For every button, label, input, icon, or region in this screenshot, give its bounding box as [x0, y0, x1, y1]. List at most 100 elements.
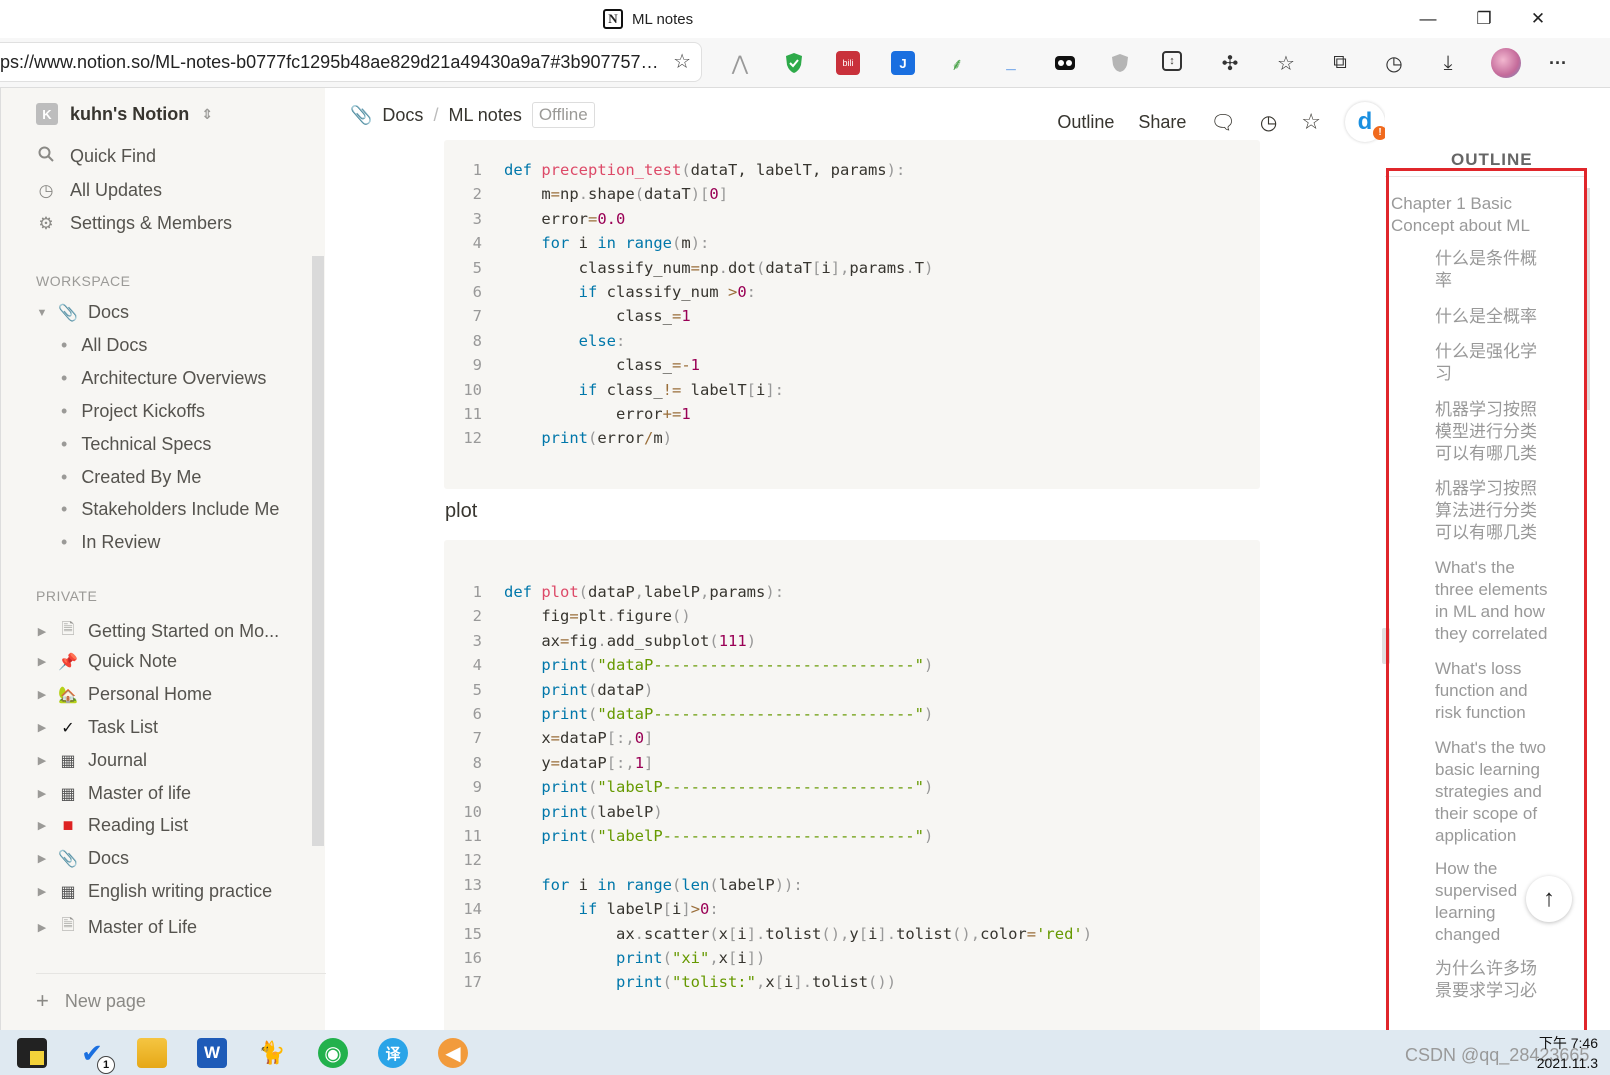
bilibili-icon[interactable]: bili	[836, 51, 860, 75]
expand-right-icon[interactable]: ▶	[36, 852, 48, 865]
expand-right-icon[interactable]: ▶	[36, 655, 48, 668]
sidebar-item-docs[interactable]: ▼ 📎 Docs	[36, 302, 129, 323]
updates-clock-icon[interactable]: ◷	[1260, 110, 1277, 135]
sidebar-docs-child[interactable]: • Created By Me	[61, 467, 201, 488]
more-icon[interactable]: ···	[1546, 51, 1570, 75]
sidebar-docs-child[interactable]: • Stakeholders Include Me	[61, 499, 279, 520]
extension-save-icon[interactable]: ↕	[1162, 51, 1182, 71]
code-line: 13 for i in range(len(labelP)):	[444, 873, 802, 898]
workspace-switcher[interactable]: K kuhn's Notion ⇕	[36, 103, 213, 125]
favorites-icon[interactable]: ☆	[1274, 51, 1298, 75]
code-token: )	[923, 778, 934, 797]
code-token: .	[905, 258, 915, 277]
line-number: 3	[472, 631, 482, 650]
code-block-perception[interactable]: 1 def preception_test(dataT, labelT, para…	[444, 140, 1260, 489]
extension-leaf-icon[interactable]: ⸙	[945, 51, 969, 75]
code-token: len	[681, 875, 710, 894]
adblock-shield-icon[interactable]	[782, 51, 806, 75]
code-line: 1 def plot(dataP,labelP,params):	[444, 580, 784, 605]
sidebar-docs-child[interactable]: • Project Kickoffs	[61, 401, 205, 422]
cat-app-icon[interactable]: 🐈	[257, 1038, 287, 1068]
sidebar-private-page[interactable]: ▶ 🏡 Personal Home	[36, 684, 212, 705]
expand-down-icon[interactable]: ▼	[36, 307, 48, 319]
extension-shield-icon[interactable]	[1108, 51, 1132, 75]
back-to-top-button[interactable]: ↑	[1526, 876, 1572, 922]
sidebar-private-page[interactable]: ▶ ■ Reading List	[36, 815, 188, 836]
code-token: .	[597, 631, 607, 650]
sidebar-docs-child-label: Architecture Overviews	[81, 368, 267, 388]
sidebar-docs-child[interactable]: • Architecture Overviews	[61, 368, 266, 389]
sidebar-private-page[interactable]: ▶ 📌 Quick Note	[36, 651, 177, 672]
extension-mask-icon[interactable]	[1053, 51, 1077, 75]
all-updates-item[interactable]: ◷ All Updates	[36, 180, 162, 201]
expand-right-icon[interactable]: ▶	[36, 921, 48, 934]
expand-right-icon[interactable]: ▶	[36, 688, 48, 701]
sidebar-docs-child[interactable]: • Technical Specs	[61, 434, 211, 455]
add-favorite-icon[interactable]: ☆	[673, 43, 691, 81]
code-line: 6 if classify_num >0:	[444, 280, 756, 305]
share-button[interactable]: Share	[1138, 112, 1186, 133]
file-explorer-icon[interactable]	[137, 1038, 167, 1068]
pdf-icon[interactable]: ⋀	[728, 51, 752, 75]
all-updates-label: All Updates	[70, 180, 163, 200]
code-token: )	[923, 656, 934, 675]
todo-icon[interactable]: ✔ 1	[77, 1038, 115, 1074]
wechat-icon[interactable]: ◉	[318, 1038, 348, 1068]
maximize-button[interactable]: ❐	[1466, 6, 1502, 32]
sticky-notes-icon[interactable]	[17, 1038, 47, 1068]
sidebar-private-page[interactable]: ▶ 📎 Docs	[36, 848, 129, 869]
history-icon[interactable]: ◷	[1382, 51, 1406, 75]
extensions-puzzle-icon[interactable]: ✣	[1218, 51, 1242, 75]
code-token: [	[662, 900, 672, 919]
expand-right-icon[interactable]: ▶	[36, 625, 48, 638]
settings-members-item[interactable]: ⚙ Settings & Members	[36, 213, 232, 234]
profile-avatar[interactable]	[1491, 48, 1521, 78]
assistant-icon[interactable]: d!	[1345, 102, 1385, 142]
quick-find-item[interactable]: Quick Find	[36, 146, 156, 167]
code-token: =	[550, 185, 561, 204]
collections-icon[interactable]: ⧉	[1328, 51, 1352, 75]
favorite-star-icon[interactable]: ☆	[1301, 109, 1321, 135]
close-window-button[interactable]: ✕	[1520, 6, 1556, 32]
sidebar-docs-child[interactable]: • All Docs	[61, 335, 147, 356]
line-number: 12	[463, 429, 482, 448]
sidebar-private-page[interactable]: ▶ ▦ Journal	[36, 750, 147, 771]
code-line: 3 ax=fig.add_subplot(111)	[444, 629, 756, 654]
line-number: 11	[463, 405, 482, 423]
word-icon[interactable]: W	[197, 1038, 227, 1068]
minimize-button[interactable]: —	[1410, 6, 1446, 32]
address-bar[interactable]: ps://www.notion.so/ML-notes-b0777fc1295b…	[0, 42, 702, 82]
comment-icon[interactable]: 🗨	[1210, 110, 1235, 135]
code-token: >	[727, 283, 738, 301]
code-token: [:,	[606, 753, 635, 772]
code-token: i	[737, 949, 747, 967]
audio-app-icon[interactable]: ◀	[438, 1038, 468, 1068]
extension-j-icon[interactable]: J	[891, 51, 915, 75]
url-text[interactable]: ps://www.notion.so/ML-notes-b0777fc1295b…	[0, 43, 659, 81]
sidebar-docs-child[interactable]: • In Review	[61, 532, 160, 553]
sidebar-private-page[interactable]: ▶ ✓ Task List	[36, 717, 158, 738]
downloads-icon[interactable]: ⤓	[1436, 51, 1460, 75]
expand-right-icon[interactable]: ▶	[36, 754, 48, 767]
expand-right-icon[interactable]: ▶	[36, 787, 48, 800]
sidebar-private-page[interactable]: ▶ ▦ English writing practice	[36, 881, 272, 902]
breadcrumb-ml-notes[interactable]: ML notes	[448, 105, 521, 126]
expand-right-icon[interactable]: ▶	[36, 819, 48, 832]
code-token: "tolist:"	[671, 973, 756, 992]
expand-right-icon[interactable]: ▶	[36, 721, 48, 734]
sidebar-private-page[interactable]: ▶ 🗎 Getting Started on Mo...	[36, 618, 279, 645]
new-page-button[interactable]: + New page	[36, 973, 326, 1014]
translator-icon[interactable]: 译	[378, 1038, 408, 1068]
extension-underscore-icon[interactable]: _	[999, 51, 1023, 75]
expand-right-icon[interactable]: ▶	[36, 885, 48, 898]
breadcrumb-docs[interactable]: Docs	[382, 105, 423, 126]
workspace-name: kuhn's Notion	[70, 103, 190, 124]
code-block-plot[interactable]: 1 def plot(dataP,labelP,params): 2 fig=plt…	[444, 540, 1260, 1030]
code-token: x	[504, 729, 551, 748]
sidebar-private-page[interactable]: ▶ ▦ Master of life	[36, 783, 191, 804]
sidebar-scrollbar[interactable]	[312, 256, 324, 846]
taskbar-clock[interactable]: 下午 7:46 2021.11.3	[1537, 1033, 1598, 1073]
code-token: params	[709, 583, 766, 601]
sidebar-private-page[interactable]: ▶ 🗎 Master of Life	[36, 914, 197, 941]
outline-button[interactable]: Outline	[1057, 112, 1114, 133]
